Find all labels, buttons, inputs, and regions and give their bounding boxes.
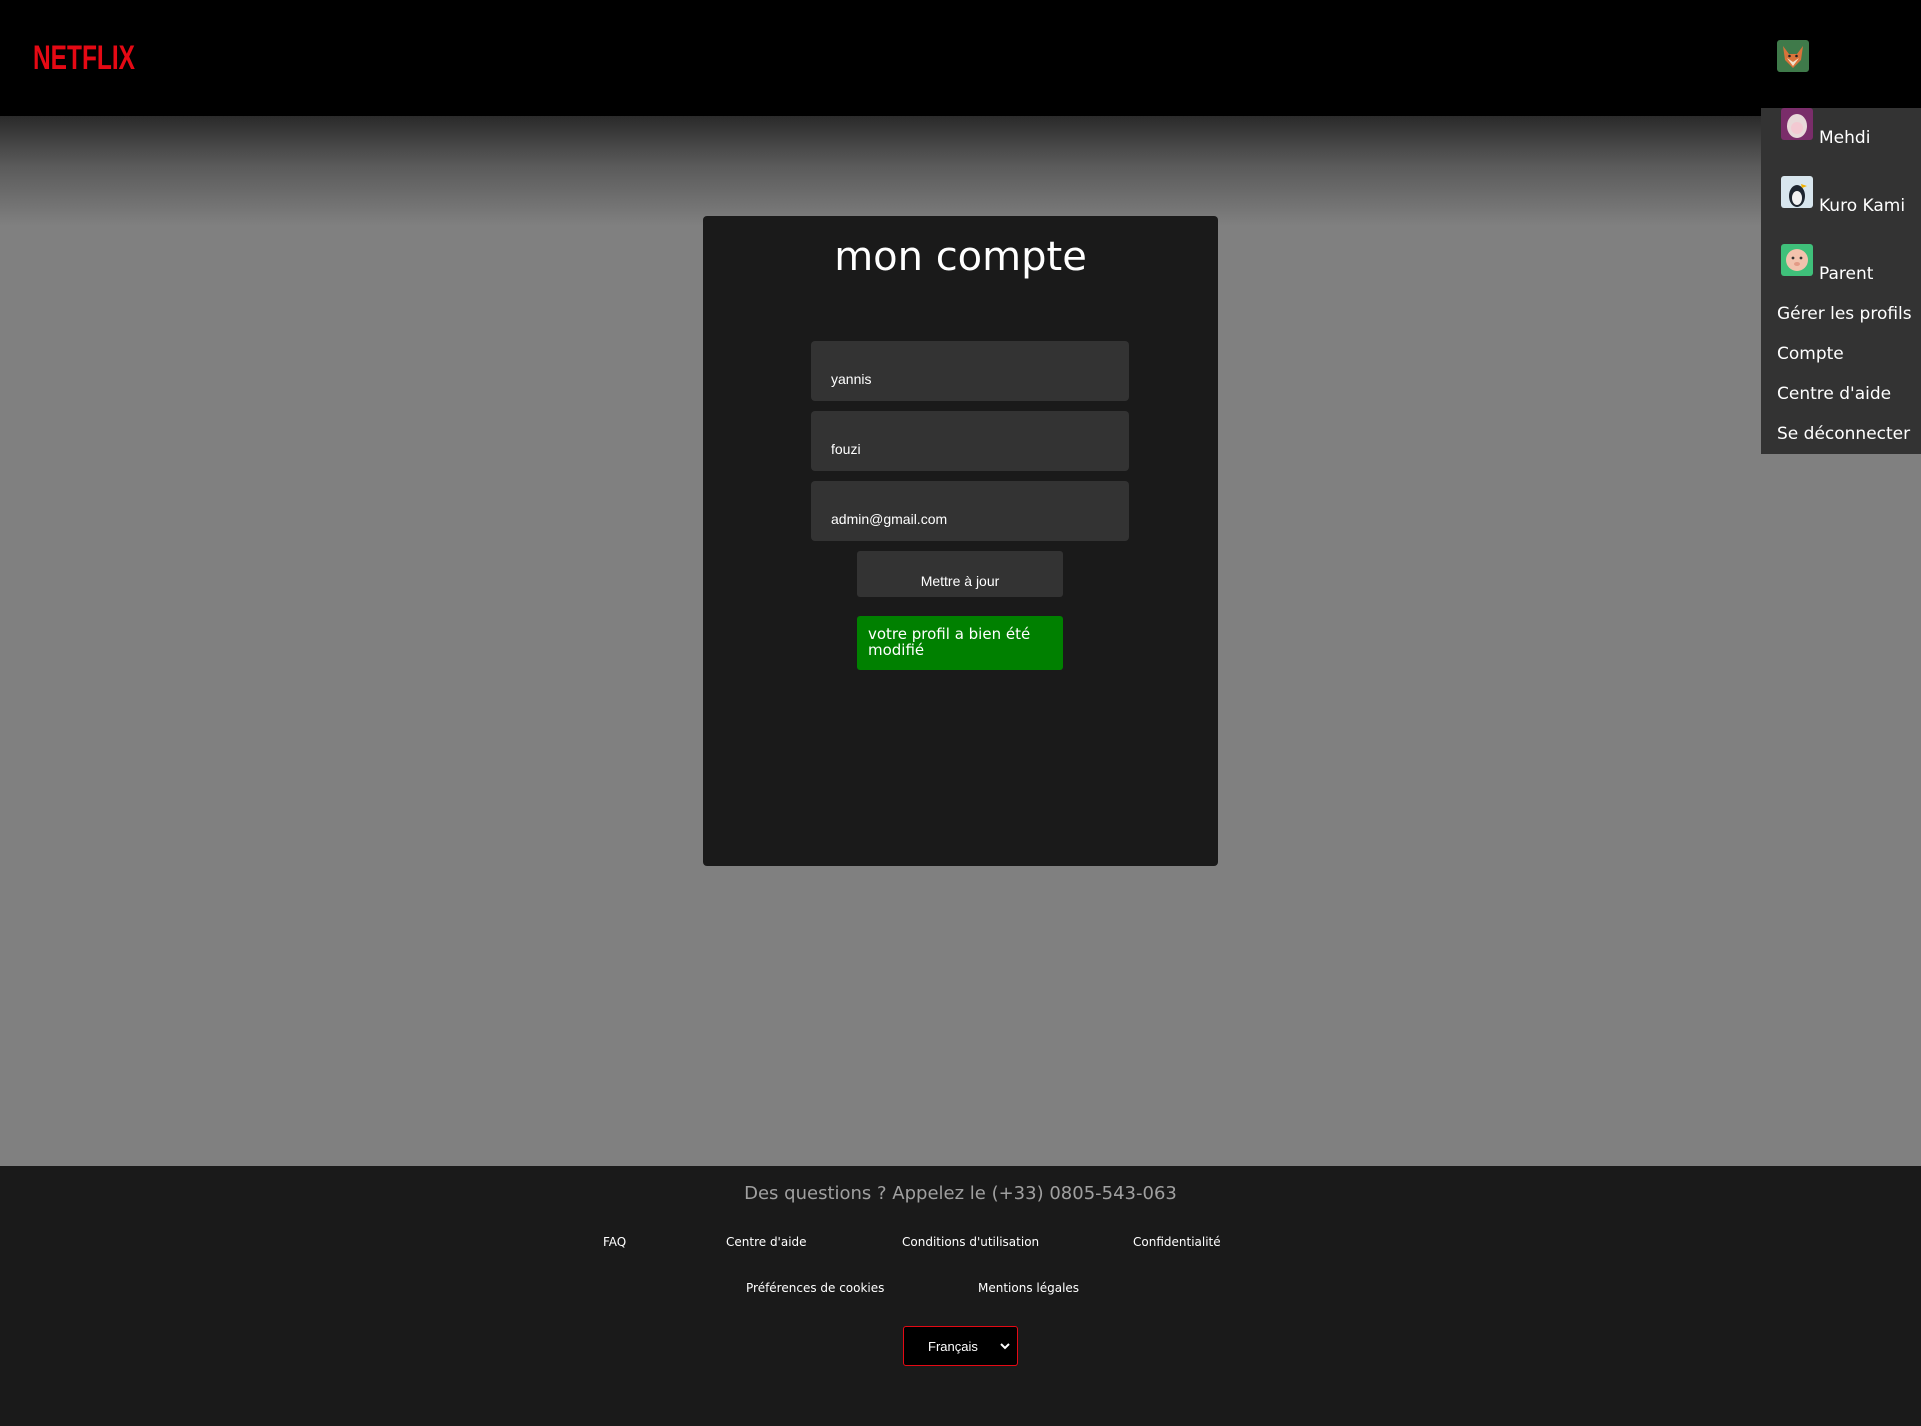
legal-notices-link[interactable]: Mentions légales [978,1281,1079,1295]
logout-link[interactable]: Se déconnecter [1777,424,1910,444]
last-name-field[interactable]: fouzi [811,411,1129,471]
manage-profiles-link[interactable]: Gérer les profils [1777,304,1912,324]
top-header: NETFLIX [0,0,1921,116]
profile-name: Parent [1819,264,1874,284]
profile-name: Kuro Kami [1819,196,1906,216]
chevron-down-icon [1000,1343,1010,1350]
profile-item-parent[interactable]: Parent [1781,244,1917,284]
profile-item-kuro-kami[interactable]: Kuro Kami [1781,176,1917,216]
email-field[interactable]: admin@gmail.com [811,481,1129,541]
first-name-field[interactable]: yannis [811,341,1129,401]
terms-link[interactable]: Conditions d'utilisation [902,1235,1039,1249]
footer-phone-text: Des questions ? Appelez le (+33) 0805-54… [744,1183,1177,1204]
help-center-footer-link[interactable]: Centre d'aide [726,1235,807,1249]
email-value: admin@gmail.com [831,511,948,527]
netflix-logo-icon: NETFLIX [33,39,135,76]
profile-dropdown-menu: Mehdi Kuro Kami Parent Gérer les profils… [1761,108,1921,454]
help-center-link[interactable]: Centre d'aide [1777,384,1891,404]
svg-text:NETFLIX: NETFLIX [33,39,135,76]
success-message-text: votre profil a bien été modifié [868,625,1031,659]
profile-name: Mehdi [1819,128,1871,148]
update-button-label: Mettre à jour [920,573,1000,589]
profile-item-mehdi[interactable]: Mehdi [1781,108,1917,148]
update-button[interactable]: Mettre à jour [857,551,1063,597]
faq-link[interactable]: FAQ [603,1235,626,1249]
kuro-kami-avatar-icon [1781,176,1813,208]
privacy-link[interactable]: Confidentialité [1133,1235,1221,1249]
language-select-value: Français [928,1339,978,1354]
last-name-value: fouzi [831,441,861,457]
current-profile-avatar-icon[interactable] [1777,40,1809,72]
first-name-value: yannis [831,371,872,387]
success-message: votre profil a bien été modifié [857,616,1063,670]
account-card: mon compte yannis fouzi admin@gmail.com … [703,216,1218,866]
language-select[interactable]: Français [903,1326,1018,1366]
header-gradient [0,116,1921,226]
netflix-logo[interactable]: NETFLIX [33,36,135,76]
account-link[interactable]: Compte [1777,344,1844,364]
footer: Des questions ? Appelez le (+33) 0805-54… [0,1166,1921,1426]
parent-avatar-icon [1781,244,1813,276]
cookie-preferences-link[interactable]: Préférences de cookies [746,1281,884,1295]
page-title: mon compte [834,234,1087,280]
mehdi-avatar-icon [1781,108,1813,140]
